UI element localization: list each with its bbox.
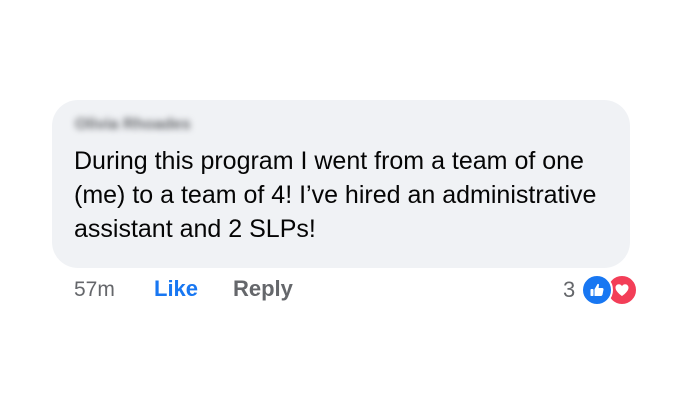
like-button[interactable]: Like (154, 276, 198, 302)
comment-text: During this program I went from a team o… (74, 147, 597, 243)
comment-bubble: Olivia Rhoades During this program I wen… (52, 100, 630, 268)
reaction-summary[interactable]: 3 (563, 274, 639, 306)
like-icon (581, 274, 614, 306)
reply-button[interactable]: Reply (233, 276, 293, 302)
comment-author-name[interactable]: Olivia Rhoades (75, 114, 191, 136)
reaction-count: 3 (563, 277, 576, 302)
comment-timestamp[interactable]: 57m (74, 278, 115, 302)
comment-page: Olivia Rhoades During this program I wen… (0, 0, 700, 400)
comment-actions: 57m Like Reply 3 (0, 272, 700, 308)
